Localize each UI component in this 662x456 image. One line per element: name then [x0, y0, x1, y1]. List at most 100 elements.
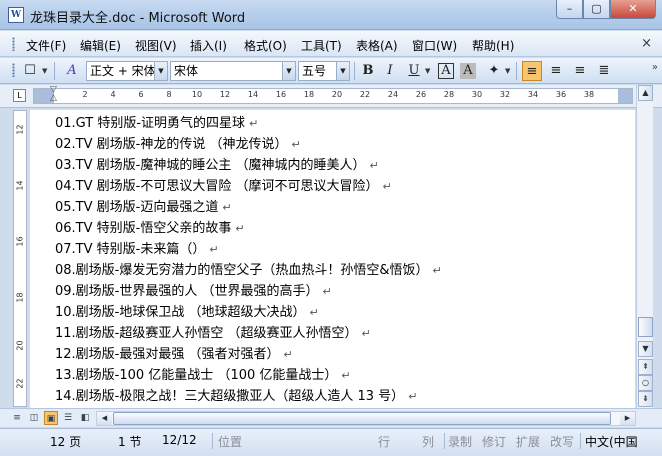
minimize-button[interactable]: –: [556, 0, 583, 19]
justify-button[interactable]: ≣: [594, 61, 614, 81]
normal-view-icon[interactable]: ≡: [10, 411, 24, 425]
document-line[interactable]: 01.GT 特别版-证明勇气的四星球 ↵: [55, 116, 258, 132]
outline-view-icon[interactable]: ☰: [61, 411, 75, 425]
align-center-button[interactable]: ≡: [546, 61, 566, 81]
style-value: 正文 + 宋体: [90, 64, 156, 78]
line-text: 09.剧场版-世界最强的人 （世界最强的高手）: [55, 284, 319, 299]
italic-button[interactable]: I: [380, 61, 400, 81]
document-line[interactable]: 14.剧场版-极限之战！三大超级撒亚人（超级人造人 13 号） ↵: [55, 389, 417, 405]
document-close-icon[interactable]: ×: [641, 36, 652, 51]
styles-pane-icon[interactable]: A: [62, 61, 82, 81]
scroll-up-icon[interactable]: ▲: [638, 85, 653, 101]
font-size-value: 五号: [302, 64, 327, 78]
status-line[interactable]: 行: [378, 433, 390, 450]
line-text: 01.GT 特别版-证明勇气的四星球: [55, 116, 246, 131]
select-browse-object-icon[interactable]: ○: [638, 375, 653, 391]
menu-help[interactable]: 帮助(H): [472, 37, 514, 54]
title-bar: W 龙珠目录大全.doc - Microsoft Word – ▢ ✕: [0, 0, 662, 30]
align-right-button[interactable]: ≡: [570, 61, 590, 81]
document-line[interactable]: 04.TV 剧场版-不可思议大冒险 （摩诃不可思议大冒险） ↵: [55, 179, 392, 195]
status-extend[interactable]: 扩展: [516, 433, 540, 450]
ruler-tick: 34: [527, 90, 539, 99]
menu-tools[interactable]: 工具(T): [301, 37, 342, 54]
status-column[interactable]: 列: [422, 433, 434, 450]
ruler-tick: 18: [303, 90, 315, 99]
vertical-scroll-thumb[interactable]: [638, 317, 653, 337]
menu-grip-handle[interactable]: [12, 37, 15, 51]
document-line[interactable]: 06.TV 特别版-悟空父亲的故事 ↵: [55, 221, 245, 237]
style-combo[interactable]: 正文 + 宋体 ▼: [86, 61, 168, 81]
underline-button[interactable]: U: [404, 61, 424, 81]
indent-marker-icon[interactable]: ▽ △: [50, 86, 57, 103]
word-app-icon[interactable]: W: [8, 7, 24, 23]
tab-selector-icon[interactable]: L: [13, 89, 26, 102]
bold-button[interactable]: B: [358, 61, 378, 81]
menu-edit[interactable]: 编辑(E): [80, 37, 121, 54]
previous-page-icon[interactable]: ⇞: [638, 359, 653, 375]
status-record[interactable]: 录制: [448, 433, 472, 450]
new-document-dropdown-icon[interactable]: ▼: [42, 62, 47, 80]
status-track-changes[interactable]: 修订: [482, 433, 506, 450]
maximize-button[interactable]: ▢: [583, 0, 610, 19]
status-position[interactable]: 位置: [218, 433, 242, 450]
align-left-button[interactable]: ≡: [522, 61, 542, 81]
line-text: 11.剧场版-超级赛亚人孙悟空 （超级赛亚人孙悟空）: [55, 326, 358, 341]
document-line[interactable]: 08.剧场版-爆发无穷潜力的悟空父子（热血热斗！孙悟空&悟饭） ↵: [55, 263, 442, 279]
menu-insert[interactable]: 插入(I): [190, 37, 227, 54]
document-line[interactable]: 11.剧场版-超级赛亚人孙悟空 （超级赛亚人孙悟空） ↵: [55, 326, 371, 342]
document-line[interactable]: 03.TV 剧场版-魔神城的睡公主 （魔神城内的睡美人） ↵: [55, 158, 379, 174]
status-page[interactable]: 12 页: [50, 433, 81, 450]
scroll-right-icon[interactable]: ▶: [620, 412, 635, 425]
highlight-dropdown-icon[interactable]: ▼: [505, 62, 510, 80]
underline-dropdown-icon[interactable]: ▼: [425, 62, 430, 80]
horizontal-scrollbar[interactable]: ◀ ▶: [96, 411, 636, 426]
ruler-tick: 6: [138, 90, 144, 99]
print-layout-view-icon[interactable]: ▣: [44, 411, 58, 425]
highlight-icon[interactable]: ✦: [484, 61, 504, 81]
toolbar-grip-handle[interactable]: [12, 63, 15, 77]
paragraph-mark-icon: ↵: [222, 201, 232, 214]
font-size-combo[interactable]: 五号 ▼: [298, 61, 350, 81]
close-button[interactable]: ✕: [610, 0, 656, 19]
horizontal-ruler[interactable]: 2 4 6 8 10 12 14 16 18 20 22 24 26 28 30…: [33, 88, 633, 104]
scroll-down-icon[interactable]: ▼: [638, 341, 653, 357]
font-dropdown-icon[interactable]: ▼: [282, 62, 295, 80]
font-size-dropdown-icon[interactable]: ▼: [336, 62, 349, 80]
ruler-right-margin: [618, 89, 632, 103]
menu-window[interactable]: 窗口(W): [412, 37, 457, 54]
horizontal-scroll-thumb[interactable]: [113, 412, 611, 425]
status-overtype[interactable]: 改写: [550, 433, 574, 450]
vertical-scrollbar[interactable]: ▲ ▼ ⇞ ○ ⇟: [636, 85, 653, 408]
toolbar-options-icon[interactable]: »: [652, 62, 658, 73]
font-combo[interactable]: 宋体 ▼: [170, 61, 296, 81]
vertical-ruler[interactable]: 12 14 16 18 20 22: [13, 110, 27, 407]
menu-format[interactable]: 格式(O): [244, 37, 287, 54]
document-line[interactable]: 13.剧场版-100 亿能量战士 （100 亿能量战士） ↵: [55, 368, 351, 384]
style-dropdown-icon[interactable]: ▼: [154, 62, 167, 80]
document-line[interactable]: 09.剧场版-世界最强的人 （世界最强的高手） ↵: [55, 284, 332, 300]
scroll-left-icon[interactable]: ◀: [97, 412, 112, 425]
status-page-of[interactable]: 12/12: [162, 433, 197, 447]
ruler-tick: 12: [219, 90, 231, 99]
document-line[interactable]: 10.剧场版-地球保卫战 （地球超级大决战） ↵: [55, 305, 319, 321]
character-border-button[interactable]: A: [438, 63, 454, 79]
web-layout-view-icon[interactable]: ◫: [27, 411, 41, 425]
document-line[interactable]: 12.剧场版-最强对最强 （强者对强者） ↵: [55, 347, 293, 363]
menu-view[interactable]: 视图(V): [135, 37, 177, 54]
status-section[interactable]: 1 节: [118, 433, 141, 450]
menu-file[interactable]: 文件(F): [26, 37, 66, 54]
next-page-icon[interactable]: ⇟: [638, 391, 653, 407]
status-language[interactable]: 中文(中国: [585, 433, 638, 450]
document-line[interactable]: 05.TV 剧场版-迈向最强之道 ↵: [55, 200, 232, 216]
font-value: 宋体: [174, 64, 199, 78]
new-document-icon[interactable]: ☐: [20, 61, 40, 81]
document-line[interactable]: 07.TV 特别版-未来篇（） ↵: [55, 242, 219, 258]
reading-layout-view-icon[interactable]: ◧: [78, 411, 92, 425]
document-page[interactable]: 01.GT 特别版-证明勇气的四星球 ↵ 02.TV 剧场版-神龙的传说 （神龙传…: [30, 110, 635, 408]
character-shading-button[interactable]: A: [460, 63, 476, 79]
menu-table[interactable]: 表格(A): [356, 37, 398, 54]
status-separator: [580, 433, 581, 449]
toolbar-separator: [54, 62, 55, 80]
document-line[interactable]: 02.TV 剧场版-神龙的传说 （神龙传说） ↵: [55, 137, 301, 153]
window-title: 龙珠目录大全.doc - Microsoft Word: [30, 11, 246, 26]
